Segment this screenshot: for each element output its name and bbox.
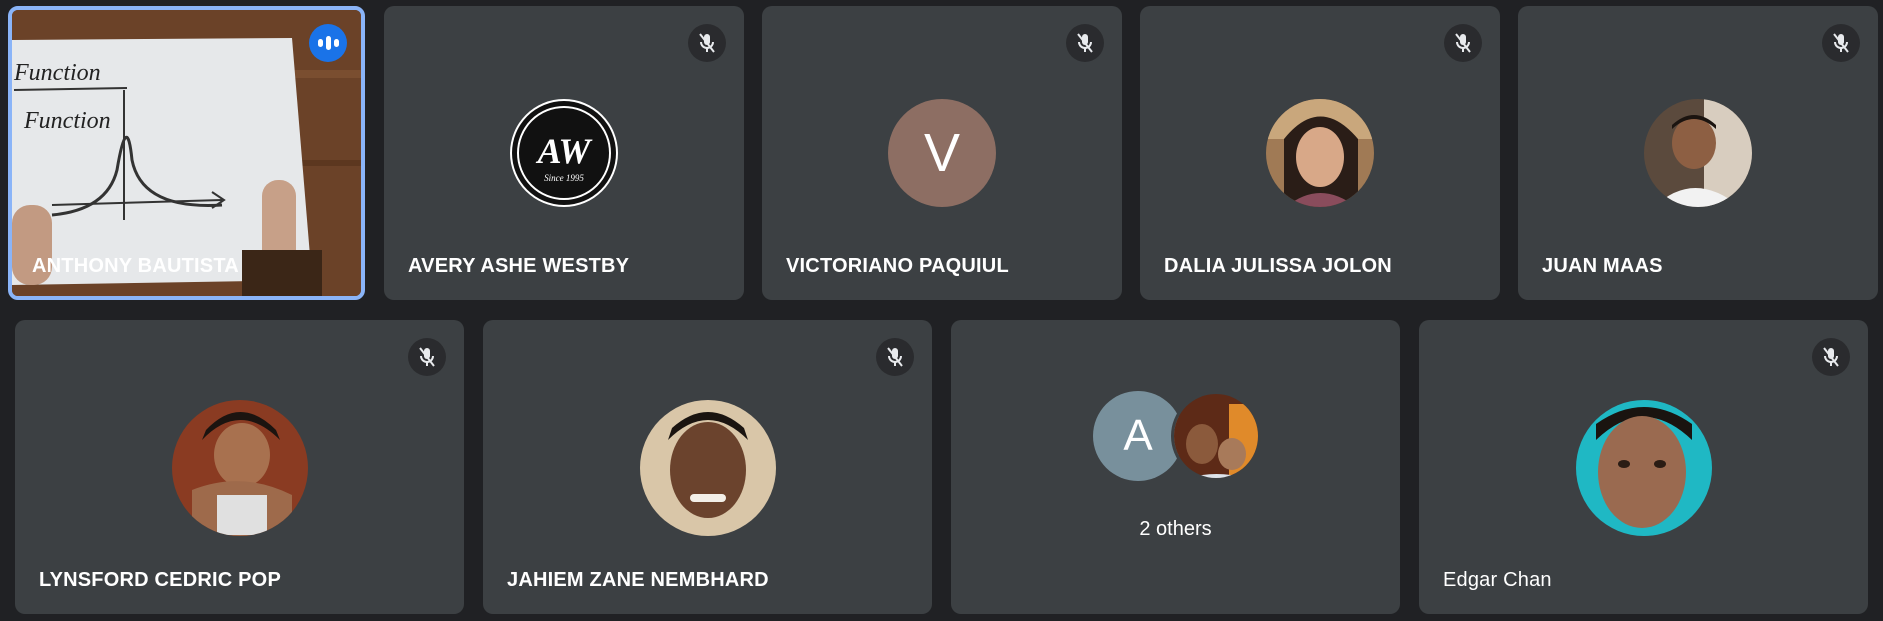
avatar-photo [1644, 99, 1752, 207]
video-feed: Function Function [12, 10, 361, 296]
avatar-logo: AW Since 1995 [510, 99, 618, 207]
svg-text:Since 1995: Since 1995 [544, 173, 584, 183]
avatar-photo [640, 400, 776, 536]
mic-off-icon [876, 338, 914, 376]
participant-tile-anthony-bautista[interactable]: Function Function ANTHONY BAUTISTA [8, 6, 365, 300]
avatar-letter: V [888, 99, 996, 207]
avatar-photo [1266, 99, 1374, 207]
avatar-photo [172, 400, 308, 536]
participant-tile-victoriano-paquiul[interactable]: V VICTORIANO PAQUIUL [762, 6, 1122, 300]
mic-off-icon [1444, 24, 1482, 62]
participant-name: JUAN MAAS [1542, 255, 1663, 277]
participant-tile-juan-maas[interactable]: JUAN MAAS [1518, 6, 1878, 300]
svg-text:Function: Function [23, 108, 111, 134]
mic-off-icon [1066, 24, 1104, 62]
mic-off-icon [1822, 24, 1860, 62]
participant-tile-dalia-julissa-jolon[interactable]: DALIA JULISSA JOLON [1140, 6, 1500, 300]
participant-name: LYNSFORD CEDRIC POP [39, 569, 281, 591]
svg-text:Function: Function [13, 60, 101, 86]
participant-tile-edgar-chan[interactable]: Edgar Chan [1419, 320, 1868, 614]
participant-name: VICTORIANO PAQUIUL [786, 255, 1009, 277]
participant-tile-avery-ashe-westby[interactable]: AW Since 1995 AVERY ASHE WESTBY [384, 6, 744, 300]
avatar-letter: A [1093, 391, 1183, 481]
participant-tile-jahiem-zane-nembhard[interactable]: JAHIEM ZANE NEMBHARD [483, 320, 932, 614]
participant-name: JAHIEM ZANE NEMBHARD [507, 569, 769, 591]
svg-text:AW: AW [536, 131, 594, 171]
mic-off-icon [688, 24, 726, 62]
others-count-label: 2 others [1139, 518, 1212, 540]
participant-name: ANTHONY BAUTISTA [32, 255, 239, 277]
mic-off-icon [1812, 338, 1850, 376]
participant-name: DALIA JULISSA JOLON [1164, 255, 1392, 277]
participant-name: Edgar Chan [1443, 569, 1552, 591]
participant-tile-others[interactable]: A 2 others [951, 320, 1400, 614]
participant-tile-lynsford-cedric-pop[interactable]: LYNSFORD CEDRIC POP [15, 320, 464, 614]
participant-name: AVERY ASHE WESTBY [408, 255, 630, 277]
avatar-photo [1171, 391, 1261, 481]
speaking-indicator-icon [309, 24, 347, 62]
avatar-photo [1576, 400, 1712, 536]
mic-off-icon [408, 338, 446, 376]
